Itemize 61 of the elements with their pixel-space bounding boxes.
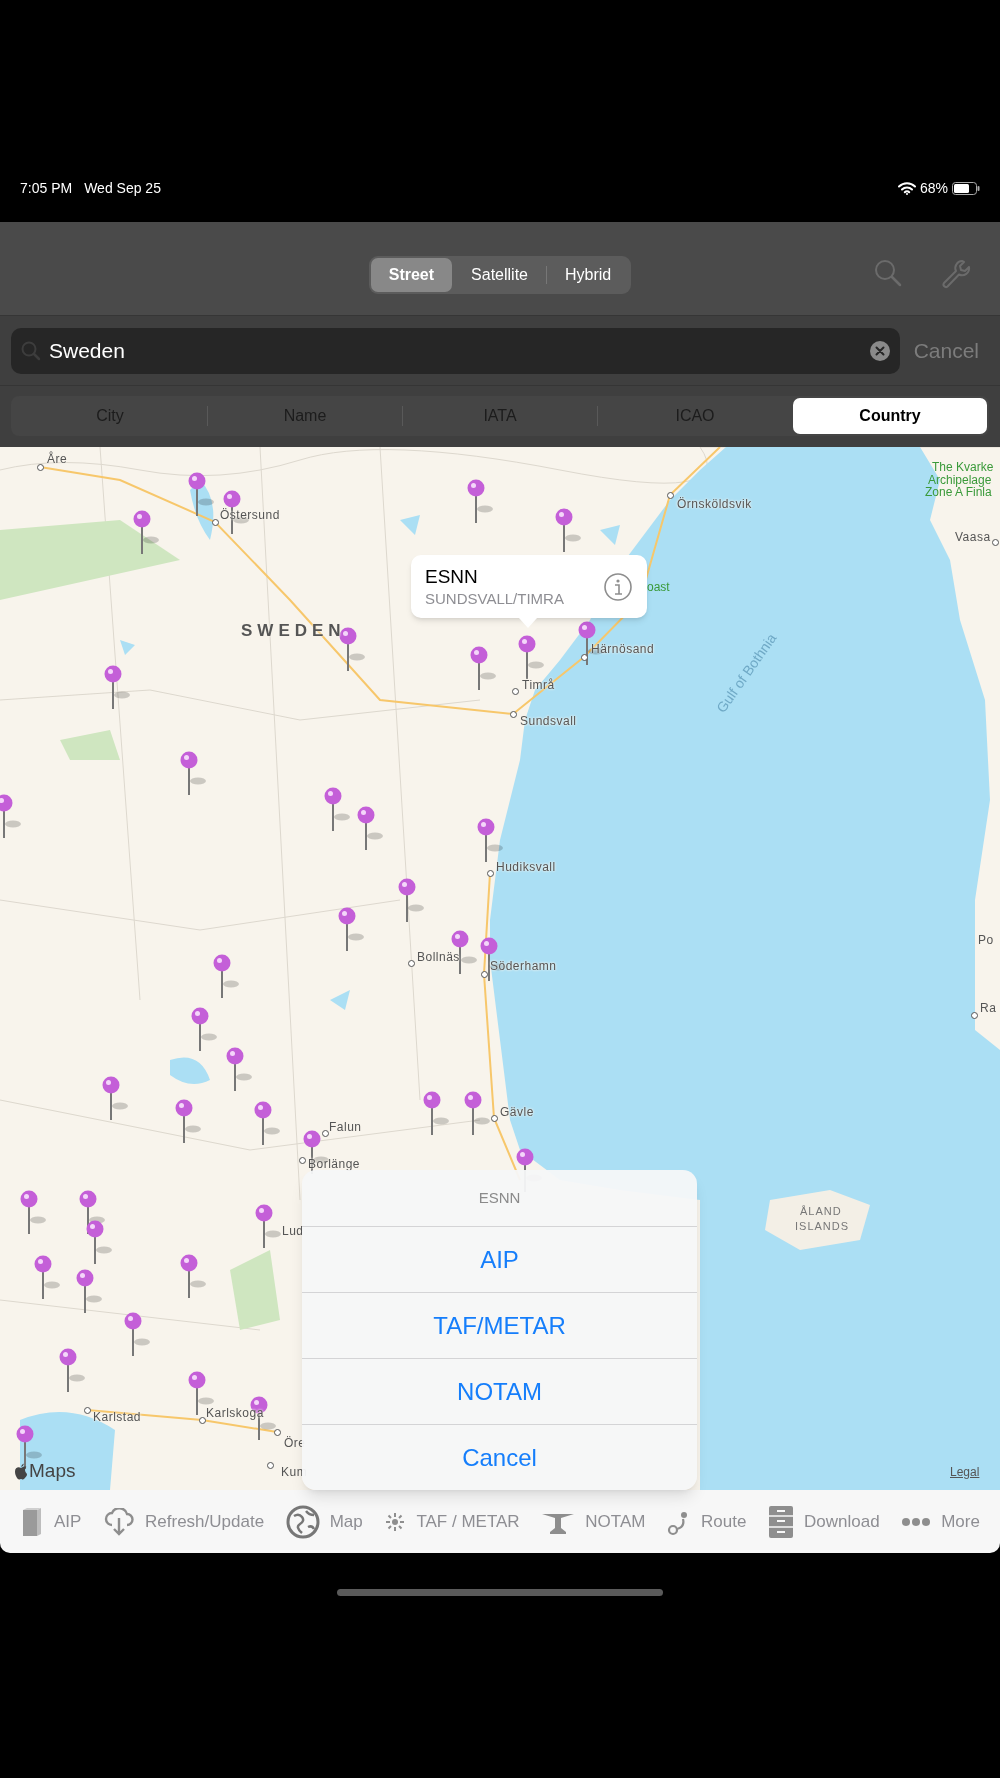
book-icon	[20, 1506, 44, 1537]
map-type-tab[interactable]: Street	[370, 257, 453, 292]
map-label: Örnsköldsvik	[677, 497, 752, 511]
tab-bar-item[interactable]: NOTAM	[541, 1507, 646, 1536]
map-label: Gävle	[500, 1105, 534, 1119]
map-label: Falun	[329, 1120, 362, 1134]
apple-logo-icon	[14, 1462, 28, 1480]
tab-bar-item[interactable]: Download	[768, 1504, 880, 1539]
callout-subtitle: SUNDSVALL/TIMRA	[425, 588, 565, 609]
sheet-title: ESNN	[478, 1187, 521, 1208]
map-label: Åre	[47, 452, 68, 466]
tab-bar-item[interactable]: More	[901, 1508, 980, 1535]
action-button[interactable]: AIP	[302, 1226, 697, 1292]
map-label: Härnösand	[591, 642, 655, 656]
map-type-tab[interactable]: Hybrid	[547, 257, 630, 292]
tab-bar-item[interactable]: Refresh/Update	[103, 1507, 265, 1536]
status-time: 7:05 PM	[20, 178, 73, 198]
tab-bar-item[interactable]: Route	[667, 1506, 747, 1537]
map-label: Söderhamn	[490, 959, 557, 973]
map-label: Vaasa	[955, 530, 991, 544]
action-button[interactable]: TAF/METAR	[302, 1292, 697, 1358]
more-icon	[901, 1516, 932, 1527]
map-label: Archipelage	[928, 473, 992, 487]
legal-link[interactable]: Legal	[950, 1463, 980, 1481]
map-callout[interactable]: ESNN SUNDSVALL/TIMRA	[411, 555, 647, 618]
map-attribution: Maps	[29, 1459, 76, 1483]
tab-bar-item[interactable]: Map	[285, 1504, 363, 1539]
callout-pointer-icon	[519, 618, 537, 628]
map-label: Karlstad	[93, 1410, 142, 1424]
globe-icon	[285, 1504, 320, 1539]
map-type-tab[interactable]: Satellite	[453, 257, 546, 292]
search-field[interactable]: Sweden	[11, 327, 900, 374]
tab-bar-item[interactable]: TAF / METAR	[384, 1508, 520, 1535]
map-label: Sundsvall	[520, 714, 577, 728]
file-cabinet-icon	[768, 1504, 794, 1539]
map-label: The Kvarke	[932, 460, 994, 474]
map-label: ÅLAND	[800, 1204, 842, 1218]
battery-percentage: 68%	[919, 178, 948, 198]
map-label: oast	[647, 580, 670, 594]
info-icon[interactable]	[603, 571, 633, 602]
map-label: Hudiksvall	[496, 860, 556, 874]
scope-tab[interactable]: Country	[793, 398, 987, 434]
cloud-download-icon	[103, 1507, 135, 1536]
action-button[interactable]: NOTAM	[302, 1358, 697, 1424]
wifi-icon	[897, 181, 916, 195]
battery-icon	[952, 181, 980, 195]
cancel-button[interactable]: Cancel	[913, 334, 989, 367]
tab-bar-item[interactable]: AIP	[20, 1506, 82, 1537]
map-label: Po	[978, 933, 994, 947]
map-label: Zone A Finla	[925, 485, 992, 499]
map-label: Ra	[980, 1001, 997, 1015]
status-date: Wed Sep 25	[84, 178, 161, 198]
sun-icon	[384, 1510, 407, 1533]
clear-icon[interactable]	[869, 340, 890, 361]
cancel-button[interactable]: Cancel	[302, 1424, 697, 1490]
search-text: Sweden	[49, 337, 126, 364]
callout-title: ESNN	[425, 564, 479, 589]
map-label: Bollnäs	[417, 950, 460, 964]
map-label: ISLANDS	[795, 1219, 850, 1233]
search-icon	[21, 340, 41, 361]
map-label: Lud	[282, 1224, 304, 1238]
